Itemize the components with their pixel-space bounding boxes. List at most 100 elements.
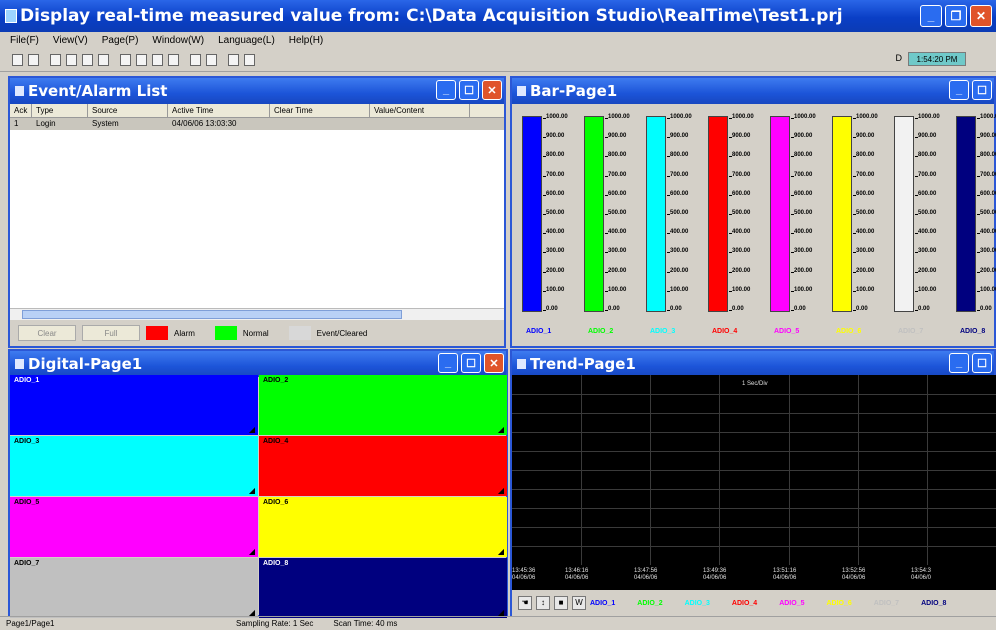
col-active-time[interactable]: Active Time xyxy=(168,104,270,117)
new-icon[interactable] xyxy=(12,53,23,66)
menu-language[interactable]: Language(L) xyxy=(218,35,275,46)
time-value: 13:52:56 xyxy=(842,568,866,574)
pan-icon[interactable]: ☚ xyxy=(518,596,532,610)
minimize-button[interactable]: _ xyxy=(438,353,458,373)
close-button[interactable]: ✕ xyxy=(482,80,502,100)
maximize-button[interactable]: ☐ xyxy=(459,80,479,100)
maximize-button[interactable]: ☐ xyxy=(972,80,992,100)
full-button[interactable]: Full xyxy=(82,325,140,341)
trend-series-label[interactable]: ADIO_5 xyxy=(779,600,804,607)
bar-page-title: Bar-Page1 xyxy=(530,82,618,100)
maximize-button[interactable]: ☐ xyxy=(461,353,481,373)
close-button[interactable]: ✕ xyxy=(484,353,504,373)
digital-cell-label: ADIO_3 xyxy=(14,438,40,445)
page-icon[interactable] xyxy=(120,53,131,66)
time-axis-label: 13:49:36 04/06/06 xyxy=(703,568,726,582)
minimize-button[interactable]: _ xyxy=(436,80,456,100)
app-title-bar: Display real-time measured value from: C… xyxy=(0,0,996,32)
grid-line-horizontal xyxy=(512,451,996,452)
toolbar: D 1:54:20 PM xyxy=(0,48,996,72)
trend-plot-area[interactable]: 1 Sec/Div 13:45:36 04/06/06 13:46:16 04/06/… xyxy=(512,375,996,590)
trend-series-label[interactable]: ADIO_8 xyxy=(921,600,946,607)
digital-cell-label: ADIO_2 xyxy=(263,377,289,384)
col-clear-time[interactable]: Clear Time xyxy=(270,104,370,117)
width-icon[interactable]: W xyxy=(572,596,586,610)
digital-view-icon[interactable] xyxy=(152,53,163,66)
col-ack[interactable]: Ack xyxy=(10,104,32,117)
time-axis-label: 13:46:16 04/06/06 xyxy=(565,568,588,582)
cell-value-content xyxy=(370,118,470,130)
date-value: 04/06/06 xyxy=(512,575,536,581)
grid-line-horizontal xyxy=(512,489,996,490)
col-value-content[interactable]: Value/Content xyxy=(370,104,470,117)
print-icon[interactable] xyxy=(98,53,109,66)
restore-button[interactable]: ❐ xyxy=(945,5,967,27)
open-icon[interactable] xyxy=(28,53,39,66)
cursor-icon[interactable]: ↕ xyxy=(536,596,550,610)
window-icon xyxy=(15,86,24,96)
digital-cell-label: ADIO_1 xyxy=(14,377,40,384)
time-value: 13:45:36 xyxy=(512,568,536,574)
digital-cell[interactable]: ADIO_3 ◢ xyxy=(10,436,258,496)
event-cleared-legend-label: Event/Cleared xyxy=(316,328,368,338)
digital-cell[interactable]: ADIO_2 ◢ xyxy=(259,375,507,435)
digital-cell[interactable]: ADIO_6 ◢ xyxy=(259,497,507,557)
event-table-header: Ack Type Source Active Time Clear Time V… xyxy=(10,104,504,118)
menu-page[interactable]: Page(P) xyxy=(102,35,139,46)
trend-series-label[interactable]: ADIO_4 xyxy=(732,600,757,607)
menu-help[interactable]: Help(H) xyxy=(289,35,323,46)
close-button[interactable]: ✕ xyxy=(970,5,992,27)
table-icon[interactable] xyxy=(206,53,217,66)
trend-series-label[interactable]: ADIO_3 xyxy=(685,600,710,607)
stop-icon[interactable] xyxy=(82,53,93,66)
bar-view-icon[interactable] xyxy=(136,53,147,66)
settings-icon[interactable] xyxy=(228,53,239,66)
digital-cell[interactable]: ADIO_7 ◢ xyxy=(10,558,258,618)
normal-legend-label: Normal xyxy=(242,328,269,338)
event-alarm-title-bar: Event/Alarm List _ ☐ ✕ xyxy=(10,78,504,104)
digital-page-title: Digital-Page1 xyxy=(28,355,143,373)
save-icon[interactable] xyxy=(50,53,61,66)
grid-line-horizontal xyxy=(512,508,996,509)
clear-button[interactable]: Clear xyxy=(18,325,76,341)
date-value: 04/06/06 xyxy=(842,575,866,581)
menu-window[interactable]: Window(W) xyxy=(152,35,204,46)
trend-page-title-bar: Trend-Page1 _ ☐ xyxy=(512,351,994,377)
digital-cell-label: ADIO_6 xyxy=(263,499,289,506)
maximize-button[interactable]: ☐ xyxy=(972,353,992,373)
trend-series-label[interactable]: ADIO_6 xyxy=(826,600,851,607)
trend-view-icon[interactable] xyxy=(168,53,179,66)
window-icon xyxy=(517,359,526,369)
time-value: 13:49:36 xyxy=(703,568,727,574)
scrollbar-thumb[interactable] xyxy=(22,310,402,319)
trend-interval-label: 1 Sec/Div xyxy=(742,381,768,387)
horizontal-scrollbar[interactable] xyxy=(10,308,504,320)
menu-file[interactable]: File(F) xyxy=(10,35,39,46)
col-type[interactable]: Type xyxy=(32,104,88,117)
trend-page-title: Trend-Page1 xyxy=(530,355,636,373)
trend-series-label[interactable]: ADIO_2 xyxy=(637,600,662,607)
menu-view[interactable]: View(V) xyxy=(53,35,88,46)
pause-icon[interactable]: ■ xyxy=(554,596,568,610)
table-row[interactable]: 1 Login System 04/06/06 13:03:30 xyxy=(10,118,504,130)
digital-cell[interactable]: ADIO_1 ◢ xyxy=(10,375,258,435)
col-source[interactable]: Source xyxy=(88,104,168,117)
digital-cell[interactable]: ADIO_8 ◢ xyxy=(259,558,507,618)
digital-cell[interactable]: ADIO_5 ◢ xyxy=(10,497,258,557)
date-value: 04/06/0 xyxy=(911,575,932,581)
time-value: 13:47:56 xyxy=(634,568,658,574)
minimize-button[interactable]: _ xyxy=(949,80,969,100)
digital-cell-label: ADIO_5 xyxy=(14,499,40,506)
minimize-button[interactable]: _ xyxy=(949,353,969,373)
grid-line-horizontal xyxy=(512,470,996,471)
trend-series-label[interactable]: ADIO_7 xyxy=(874,600,899,607)
cell-active-time: 04/06/06 13:03:30 xyxy=(172,119,237,128)
digital-cell[interactable]: ADIO_4 ◢ xyxy=(259,436,507,496)
help-icon[interactable] xyxy=(244,53,255,66)
minimize-button[interactable]: _ xyxy=(920,5,942,27)
trend-series-label[interactable]: ADIO_1 xyxy=(590,600,615,607)
status-page: Page1/Page1 xyxy=(6,619,55,628)
status-bar: Page1/Page1 Sampling Rate: 1 Sec Scan Ti… xyxy=(0,616,996,630)
grid-icon[interactable] xyxy=(190,53,201,66)
record-icon[interactable] xyxy=(66,53,77,66)
